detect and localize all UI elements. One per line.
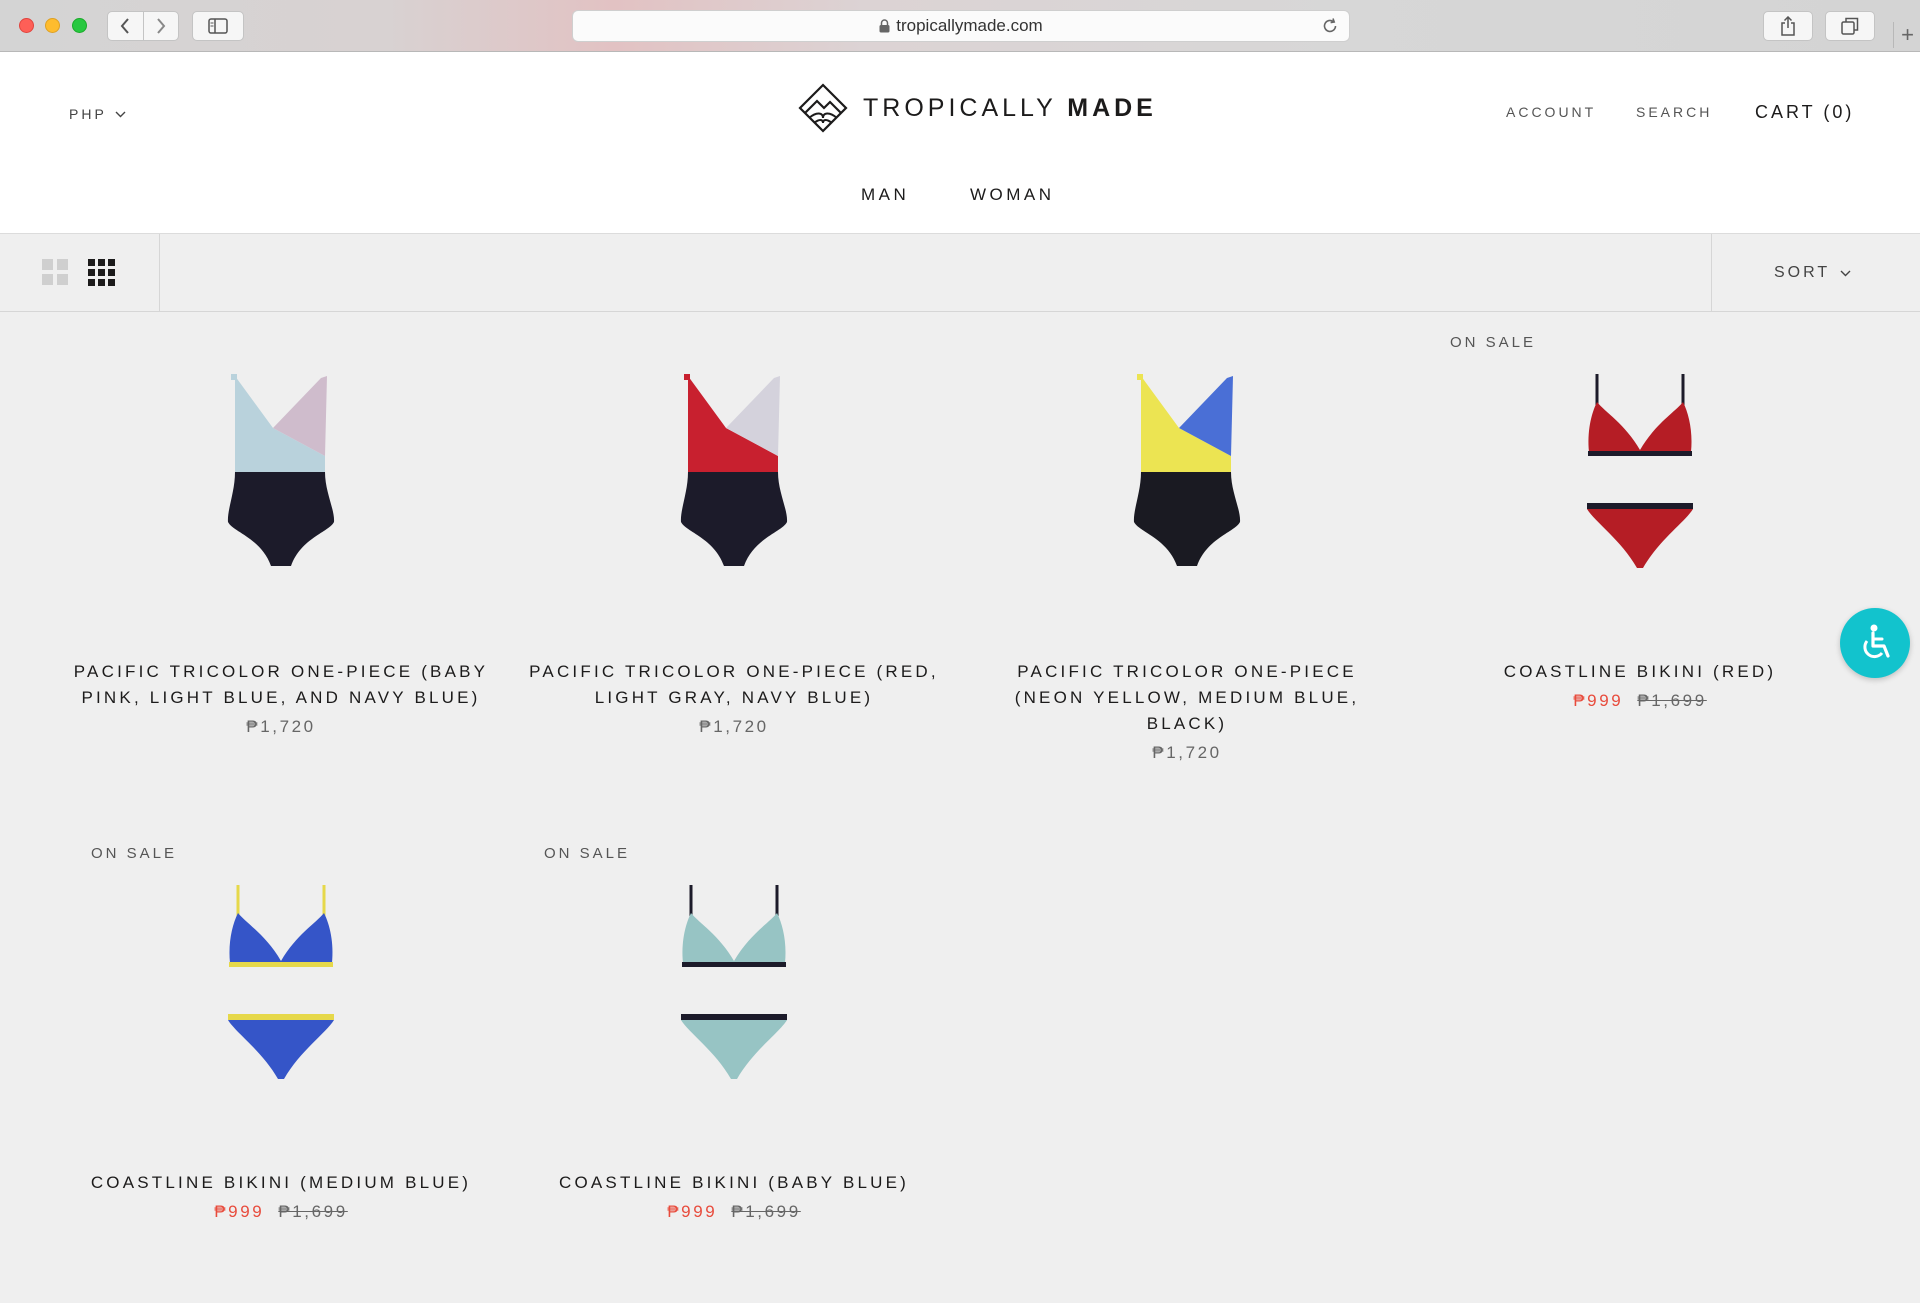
- collection-toolbar: SORT: [0, 234, 1920, 312]
- product-image-link[interactable]: [674, 372, 794, 587]
- product-title-line: PINK, LIGHT BLUE, AND NAVY BLUE): [81, 688, 481, 707]
- sort-dropdown[interactable]: SORT: [1711, 234, 1920, 311]
- product-title-line: PACIFIC TRICOLOR ONE-PIECE (RED,: [529, 662, 939, 681]
- minimize-window-button[interactable]: [45, 18, 60, 33]
- forward-button[interactable]: [144, 12, 179, 40]
- search-link[interactable]: SEARCH: [1636, 104, 1712, 120]
- product-title[interactable]: PACIFIC TRICOLOR ONE-PIECE (BABY PINK, LI…: [56, 659, 506, 711]
- product-image-link[interactable]: [1585, 372, 1695, 577]
- product-image-link[interactable]: [1127, 372, 1247, 587]
- url-text: tropicallymade.com: [896, 16, 1043, 35]
- accessibility-button[interactable]: [1840, 608, 1910, 678]
- sidebar-icon: [208, 18, 228, 34]
- product-image: [1587, 374, 1693, 568]
- close-window-button[interactable]: [19, 18, 34, 33]
- site-logo[interactable]: TROPICALLY MADE: [797, 82, 1157, 134]
- product-price: ₱999 ₱1,699: [56, 1202, 506, 1222]
- logo-text-light: TROPICALLY: [863, 93, 1068, 122]
- share-button[interactable]: [1763, 11, 1813, 41]
- product-price: ₱1,720: [56, 717, 506, 737]
- product-card[interactable]: PACIFIC TRICOLOR ONE-PIECE (BABY PINK, LI…: [56, 312, 506, 792]
- product-title[interactable]: COASTLINE BIKINI (MEDIUM BLUE): [56, 1170, 506, 1196]
- chevron-right-icon: [156, 18, 166, 34]
- product-title-line: PACIFIC TRICOLOR ONE-PIECE: [1017, 662, 1357, 681]
- product-title-line: COASTLINE BIKINI (MEDIUM BLUE): [90, 1173, 472, 1192]
- grid-2x2-icon[interactable]: [42, 259, 68, 285]
- product-title[interactable]: PACIFIC TRICOLOR ONE-PIECE (RED, LIGHT GR…: [509, 659, 959, 711]
- original-price: ₱1,699: [278, 1202, 348, 1221]
- address-bar[interactable]: tropicallymade.com: [572, 10, 1350, 42]
- product-image-link[interactable]: [679, 883, 789, 1088]
- original-price: ₱1,699: [1637, 691, 1707, 710]
- sale-price: ₱999: [214, 1202, 265, 1221]
- product-card[interactable]: PACIFIC TRICOLOR ONE-PIECE (NEON YELLOW, …: [962, 312, 1412, 792]
- product-card[interactable]: ON SALE COASTLINE BIKINI (MEDIUM BLUE) ₱9…: [56, 823, 506, 1303]
- regular-price: ₱1,720: [699, 717, 769, 736]
- on-sale-badge: ON SALE: [91, 845, 178, 862]
- product-image: [1133, 374, 1241, 566]
- product-image-link[interactable]: [221, 372, 341, 587]
- logo-text: TROPICALLY MADE: [863, 94, 1157, 123]
- new-tab-button[interactable]: +: [1893, 22, 1920, 48]
- product-price: ₱1,720: [509, 717, 959, 737]
- product-price: ₱999 ₱1,699: [1415, 691, 1865, 711]
- product-title-line: COASTLINE BIKINI (RED): [1503, 662, 1777, 681]
- browser-toolbar: tropicallymade.com +: [0, 0, 1920, 52]
- product-card[interactable]: PACIFIC TRICOLOR ONE-PIECE (RED, LIGHT GR…: [509, 312, 959, 792]
- plus-icon: +: [1901, 22, 1914, 47]
- original-price: ₱1,699: [731, 1202, 801, 1221]
- product-price: ₱1,720: [962, 743, 1412, 763]
- sale-price: ₱999: [667, 1202, 718, 1221]
- reload-icon[interactable]: [1321, 17, 1339, 35]
- nav-item-woman[interactable]: WOMAN: [970, 185, 1055, 205]
- layout-switcher: [0, 234, 160, 311]
- product-title[interactable]: PACIFIC TRICOLOR ONE-PIECE (NEON YELLOW, …: [962, 659, 1412, 737]
- sidebar-toggle-button[interactable]: [192, 11, 244, 41]
- product-title[interactable]: COASTLINE BIKINI (RED): [1415, 659, 1865, 685]
- logo-mountain-icon: [798, 83, 848, 133]
- sort-label: SORT: [1774, 264, 1831, 281]
- regular-price: ₱1,720: [1152, 743, 1222, 762]
- history-nav: [107, 11, 179, 41]
- product-title-line: BLACK): [1146, 714, 1228, 733]
- logo-text-bold: MADE: [1067, 93, 1157, 122]
- product-title-line: (NEON YELLOW, MEDIUM BLUE,: [1014, 688, 1360, 707]
- currency-label: PHP: [69, 106, 107, 122]
- chevron-down-icon: [1840, 270, 1851, 276]
- back-button[interactable]: [108, 12, 144, 40]
- wheelchair-icon: [1863, 624, 1890, 659]
- nav-item-man[interactable]: MAN: [861, 185, 909, 205]
- product-card[interactable]: ON SALE COASTLINE BIKINI (BABY BLUE) ₱999…: [509, 823, 959, 1303]
- product-title[interactable]: COASTLINE BIKINI (BABY BLUE): [509, 1170, 959, 1196]
- sort-control: SORT: [1774, 264, 1851, 282]
- product-title-line: PACIFIC TRICOLOR ONE-PIECE (BABY: [73, 662, 489, 681]
- chevron-left-icon: [120, 18, 130, 34]
- product-image: [227, 374, 335, 566]
- product-image: [681, 885, 787, 1079]
- tabs-icon: [1841, 17, 1859, 35]
- currency-selector[interactable]: PHP: [69, 106, 126, 122]
- zoom-window-button[interactable]: [72, 18, 87, 33]
- grid-3x3-icon[interactable]: [88, 259, 115, 286]
- product-card[interactable]: ON SALE COASTLINE BIKINI (RED) ₱999 ₱1,699: [1415, 312, 1865, 792]
- account-link[interactable]: ACCOUNT: [1506, 104, 1596, 120]
- show-tabs-button[interactable]: [1825, 11, 1875, 41]
- product-price: ₱999 ₱1,699: [509, 1202, 959, 1222]
- product-image-link[interactable]: [226, 883, 336, 1088]
- share-icon: [1781, 16, 1795, 36]
- product-image: [228, 885, 334, 1079]
- site-header: PHP TROPICALLY MADE ACCOUNT SEARCH CART …: [0, 52, 1920, 234]
- product-title-line: LIGHT GRAY, NAVY BLUE): [594, 688, 874, 707]
- lock-icon: [879, 19, 890, 33]
- regular-price: ₱1,720: [246, 717, 316, 736]
- product-title-line: COASTLINE BIKINI (BABY BLUE): [558, 1173, 910, 1192]
- on-sale-badge: ON SALE: [544, 845, 631, 862]
- cart-link[interactable]: CART (0): [1755, 102, 1854, 123]
- product-image: [680, 374, 788, 566]
- chevron-down-icon: [115, 111, 126, 117]
- on-sale-badge: ON SALE: [1450, 334, 1537, 351]
- sale-price: ₱999: [1573, 691, 1624, 710]
